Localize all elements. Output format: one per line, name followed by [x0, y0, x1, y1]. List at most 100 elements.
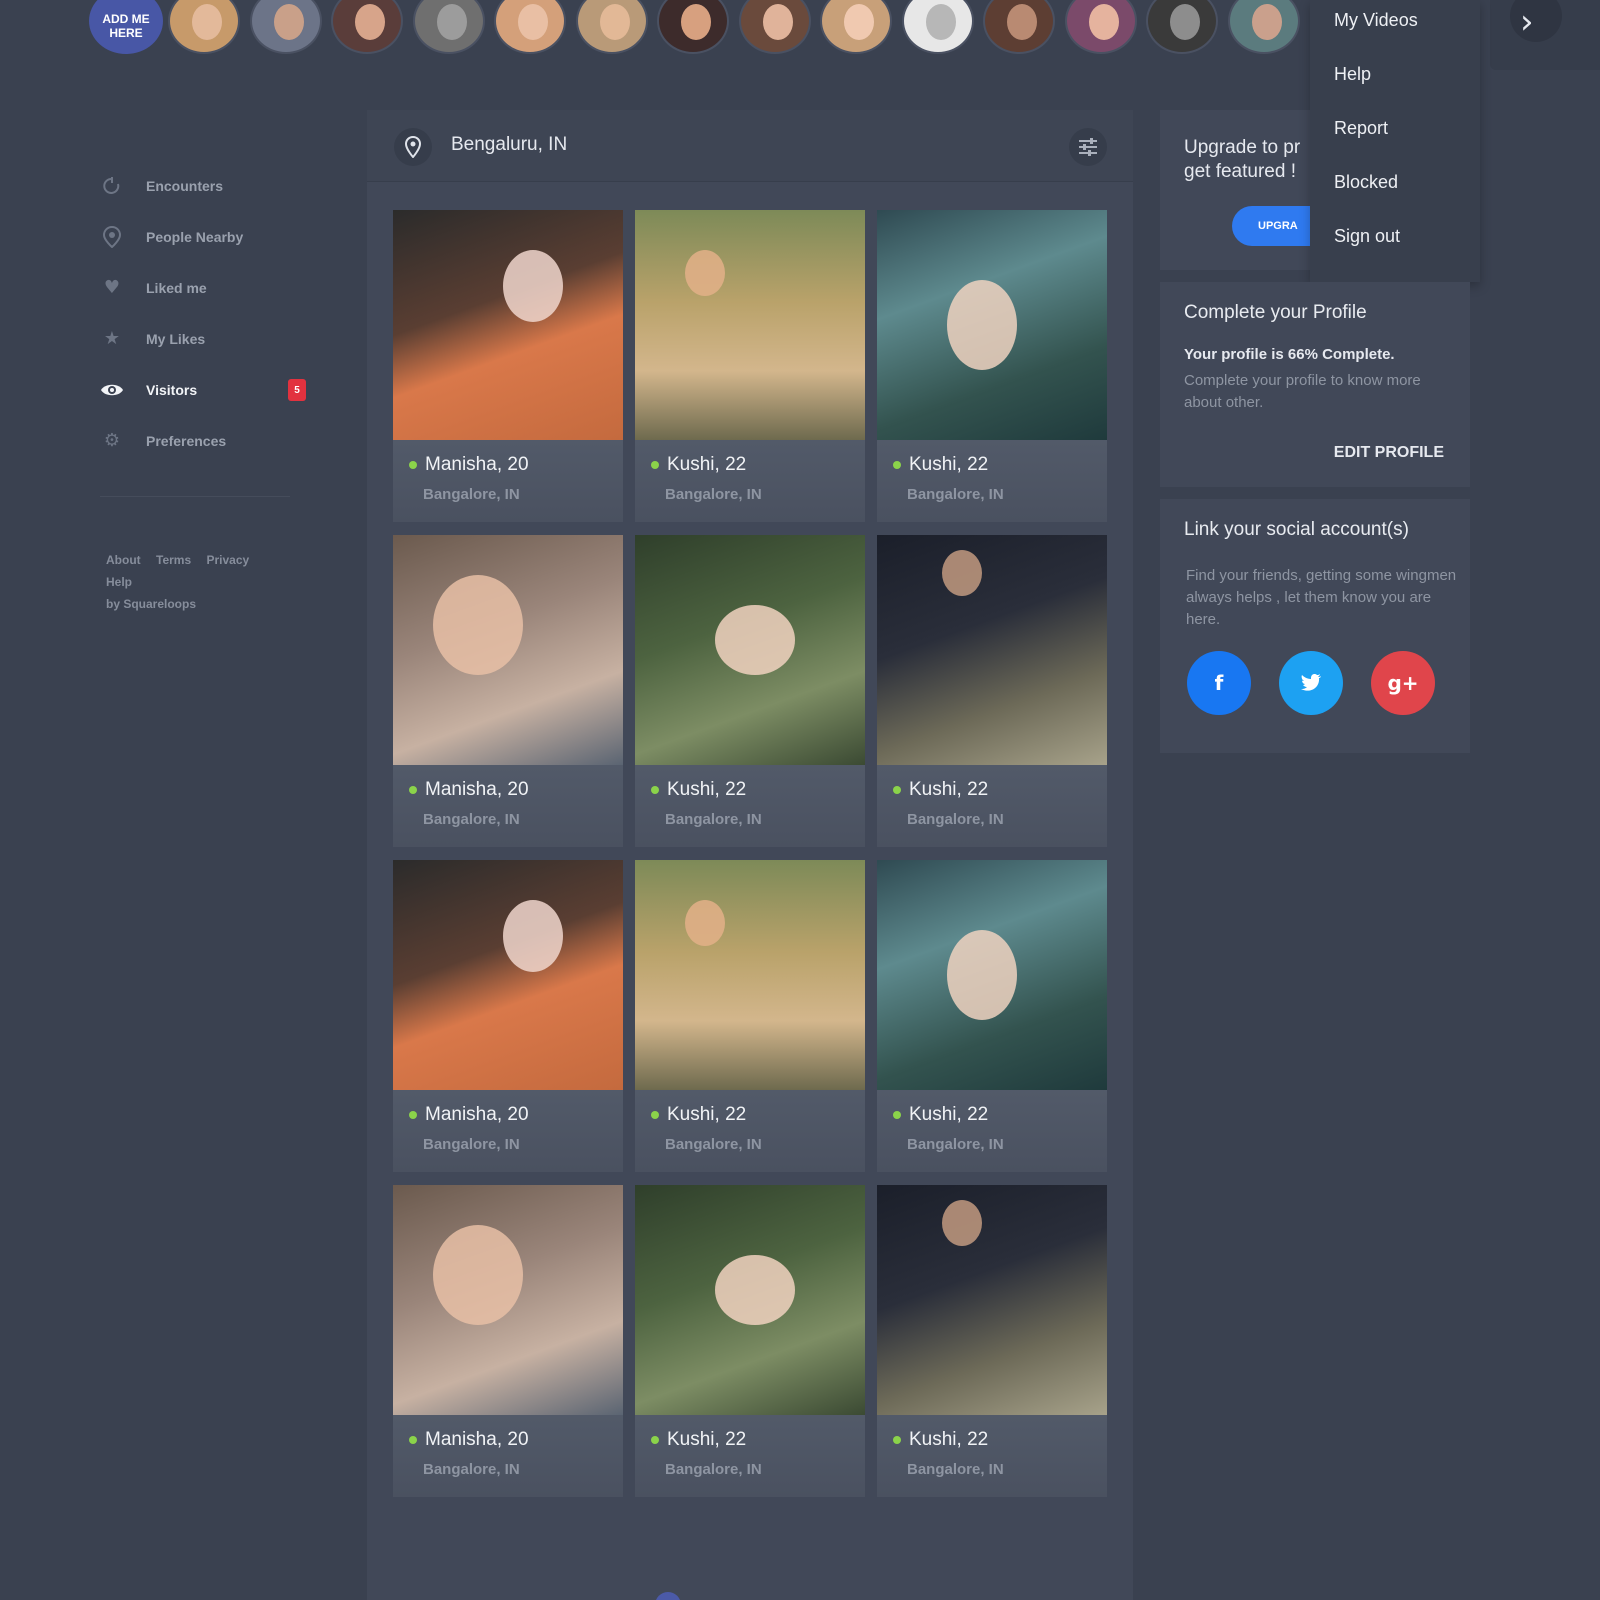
profile-location: Bangalore, IN	[907, 1461, 1004, 1478]
profile-location: Bangalore, IN	[665, 486, 762, 503]
sidebar-item-people-nearby[interactable]: People Nearby	[100, 211, 320, 262]
profile-name: Kushi, 22	[651, 454, 865, 476]
profile-card-info: Kushi, 22 Bangalore, IN	[635, 1090, 865, 1172]
profile-location: Bangalore, IN	[907, 811, 1004, 828]
profile-photo[interactable]	[635, 210, 865, 440]
avatar-face	[1088, 4, 1119, 40]
menu-item-blocked[interactable]: Blocked	[1334, 172, 1398, 193]
profile-name: Manisha, 20	[409, 454, 623, 476]
profile-card[interactable]: Kushi, 22 Bangalore, IN	[877, 210, 1107, 522]
profile-card[interactable]: Manisha, 20 Bangalore, IN	[393, 210, 623, 522]
photo-subject	[685, 250, 725, 296]
google-plus-button[interactable]: g+	[1371, 651, 1435, 715]
profile-photo[interactable]	[393, 1185, 623, 1415]
avatar-face	[1170, 4, 1200, 40]
avatar-face	[925, 4, 956, 40]
location-pin-icon	[100, 225, 124, 249]
avatar-face	[436, 4, 467, 40]
story-avatar[interactable]	[575, 0, 648, 54]
story-next-knob	[1510, 0, 1562, 42]
profile-name-text: Kushi, 22	[667, 454, 747, 475]
profile-photo[interactable]	[393, 210, 623, 440]
story-avatar[interactable]	[820, 0, 892, 54]
filter-button[interactable]	[1069, 128, 1107, 166]
story-avatar[interactable]	[1146, 0, 1218, 54]
profile-photo[interactable]	[635, 1185, 865, 1415]
footer-help-link[interactable]: Help	[106, 575, 132, 589]
location-pin-button[interactable]	[394, 128, 432, 166]
account-dropdown-menu: My Videos Help Report Blocked Sign out	[1310, 0, 1480, 282]
story-avatar[interactable]	[738, 0, 811, 54]
photo-subject	[433, 575, 523, 675]
online-status-icon	[651, 1436, 659, 1444]
profile-photo[interactable]	[635, 535, 865, 765]
twitter-icon	[1301, 674, 1321, 691]
facebook-button[interactable]: f	[1187, 651, 1251, 715]
profile-name-text: Kushi, 22	[667, 1104, 747, 1125]
profile-photo[interactable]	[877, 1185, 1107, 1415]
location-bar: Bengaluru, IN	[367, 110, 1133, 182]
profile-photo[interactable]	[393, 535, 623, 765]
avatar-face	[762, 4, 793, 40]
story-next-button[interactable]: ›	[1490, 0, 1600, 70]
card-title: Complete your Profile	[1184, 302, 1367, 323]
avatar-face	[681, 4, 711, 40]
profile-card[interactable]: Kushi, 22 Bangalore, IN	[635, 860, 865, 1172]
chevron-right-icon: ›	[1520, 2, 1534, 42]
online-status-icon	[651, 461, 659, 469]
menu-item-help[interactable]: Help	[1334, 64, 1371, 85]
profile-photo[interactable]	[877, 535, 1107, 765]
menu-item-my-videos[interactable]: My Videos	[1334, 10, 1418, 31]
profile-card[interactable]: Kushi, 22 Bangalore, IN	[877, 535, 1107, 847]
story-avatar[interactable]	[1227, 0, 1300, 54]
profile-name: Kushi, 22	[651, 779, 865, 801]
story-avatar[interactable]	[657, 0, 729, 54]
profile-card-info: Kushi, 22 Bangalore, IN	[877, 440, 1107, 522]
profile-photo[interactable]	[635, 860, 865, 1090]
profile-photo[interactable]	[877, 860, 1107, 1090]
sidebar-divider	[100, 496, 290, 497]
profile-photo[interactable]	[877, 210, 1107, 440]
story-avatar[interactable]	[983, 0, 1055, 54]
story-avatar[interactable]	[494, 0, 566, 54]
profile-card[interactable]: Kushi, 22 Bangalore, IN	[635, 535, 865, 847]
sidebar-item-preferences[interactable]: ⚙ Preferences	[100, 415, 320, 466]
twitter-button[interactable]	[1279, 651, 1343, 715]
edit-profile-button[interactable]: EDIT PROFILE	[1334, 444, 1444, 462]
profile-card[interactable]: Kushi, 22 Bangalore, IN	[877, 1185, 1107, 1497]
sidebar-item-visitors[interactable]: Visitors 5	[100, 364, 320, 415]
story-avatar[interactable]	[901, 0, 974, 54]
footer-terms-link[interactable]: Terms	[156, 553, 191, 567]
profile-card-info: Manisha, 20 Bangalore, IN	[393, 1090, 623, 1172]
story-avatar[interactable]	[249, 0, 322, 54]
sidebar-item-liked-me[interactable]: ♥ Liked me	[100, 262, 320, 313]
story-avatar[interactable]	[1064, 0, 1137, 54]
profile-name-text: Manisha, 20	[425, 454, 529, 475]
profile-description: Complete your profile to know more about…	[1184, 372, 1421, 411]
story-avatar[interactable]	[412, 0, 485, 54]
profile-location: Bangalore, IN	[423, 1461, 520, 1478]
profile-card[interactable]: Manisha, 20 Bangalore, IN	[393, 860, 623, 1172]
profile-card[interactable]: Manisha, 20 Bangalore, IN	[393, 535, 623, 847]
current-location[interactable]: Bengaluru, IN	[451, 134, 567, 156]
story-avatar[interactable]	[331, 0, 403, 54]
profile-card[interactable]: Kushi, 22 Bangalore, IN	[635, 210, 865, 522]
footer-about-link[interactable]: About	[106, 553, 141, 567]
profile-card[interactable]: Manisha, 20 Bangalore, IN	[393, 1185, 623, 1497]
menu-item-sign-out[interactable]: Sign out	[1334, 226, 1400, 247]
profile-card[interactable]: Kushi, 22 Bangalore, IN	[877, 860, 1107, 1172]
visitors-count-badge: 5	[288, 379, 306, 401]
story-avatar[interactable]	[168, 0, 240, 54]
profile-location: Bangalore, IN	[423, 486, 520, 503]
profile-card[interactable]: Kushi, 22 Bangalore, IN	[635, 1185, 865, 1497]
profile-photo[interactable]	[393, 860, 623, 1090]
profile-name-text: Kushi, 22	[909, 1104, 989, 1125]
add-me-button[interactable]: ADD ME HERE	[89, 0, 163, 54]
footer-privacy-link[interactable]: Privacy	[206, 553, 249, 567]
card-title: Link your social account(s)	[1184, 519, 1409, 540]
menu-item-report[interactable]: Report	[1334, 118, 1388, 139]
sidebar-item-my-likes[interactable]: ★ My Likes	[100, 313, 320, 364]
profile-name-text: Manisha, 20	[425, 779, 529, 800]
photo-subject	[715, 605, 795, 675]
sidebar-item-encounters[interactable]: Encounters	[100, 160, 320, 211]
